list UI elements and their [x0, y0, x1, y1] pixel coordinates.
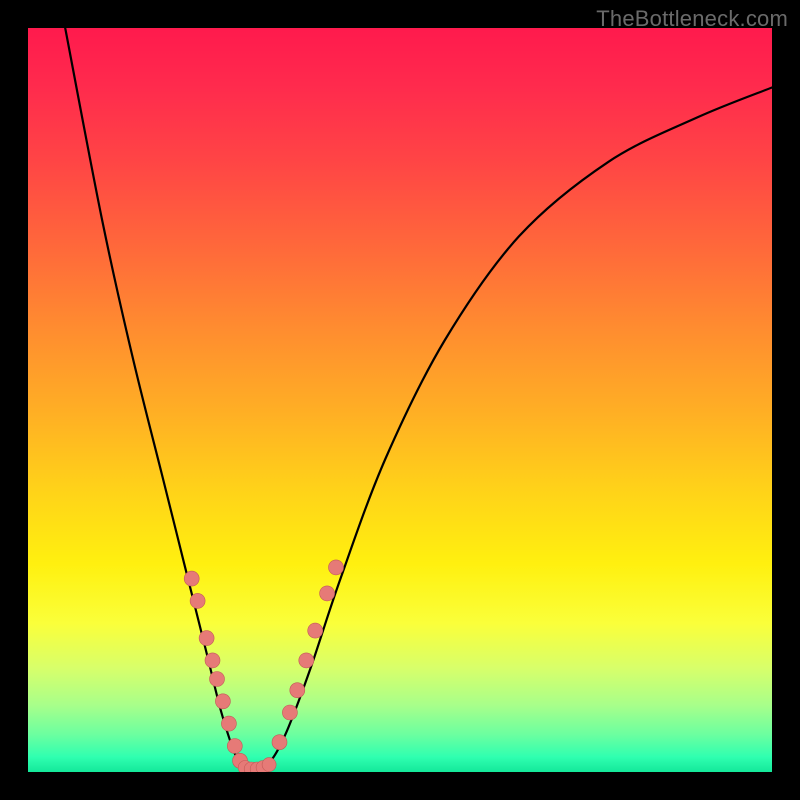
curve-dot: [272, 735, 287, 750]
curve-dot: [282, 705, 297, 720]
curve-dot: [184, 571, 199, 586]
curve-dot: [244, 762, 258, 772]
curve-dot: [329, 560, 344, 575]
curve-dot: [308, 623, 323, 638]
curve-dot: [238, 761, 252, 773]
curve-dot: [227, 739, 242, 754]
curve-dot: [190, 593, 205, 608]
curve-dot: [299, 653, 314, 668]
curve-svg: [28, 28, 772, 772]
curve-dot: [256, 761, 270, 773]
bottleneck-curve: [65, 28, 772, 772]
chart-frame: TheBottleneck.com: [0, 0, 800, 800]
plot-area: [28, 28, 772, 772]
curve-dot: [320, 586, 335, 601]
curve-dots: [184, 560, 343, 772]
curve-dot: [210, 672, 225, 687]
curve-dot: [215, 694, 230, 709]
curve-dot: [250, 762, 264, 772]
curve-dot: [262, 758, 276, 772]
curve-dot: [290, 683, 305, 698]
curve-dot: [199, 631, 214, 646]
curve-dot: [221, 716, 236, 731]
curve-dot: [233, 753, 248, 768]
curve-dot: [205, 653, 220, 668]
